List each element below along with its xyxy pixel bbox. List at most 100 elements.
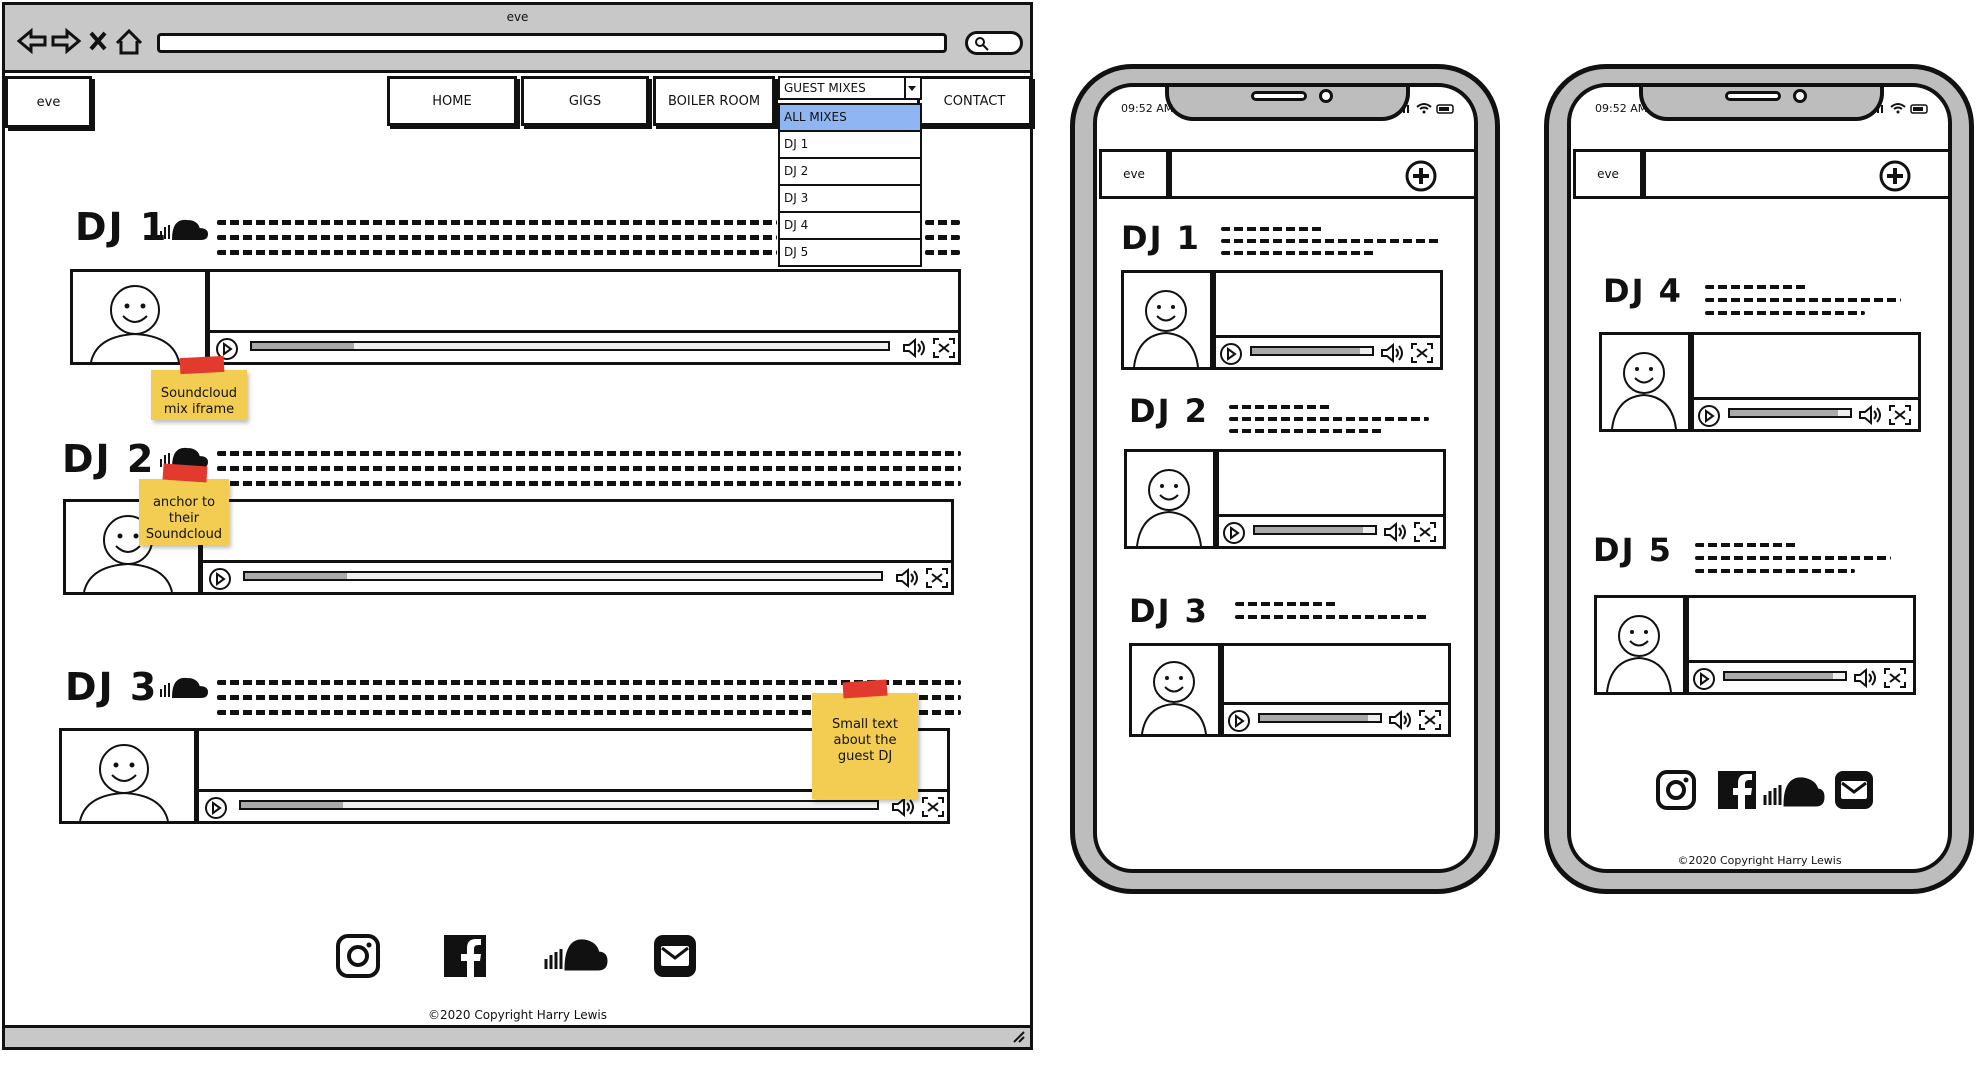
status-icons: [1873, 103, 1928, 114]
logo[interactable]: eve: [5, 76, 92, 128]
facebook-icon[interactable]: [1716, 769, 1758, 811]
text-scribble: [217, 466, 961, 471]
text-scribble: [217, 451, 961, 456]
guest-mixes-dropdown[interactable]: GUEST MIXES: [778, 76, 922, 100]
text-scribble: [1235, 615, 1427, 619]
nav-home[interactable]: HOME: [387, 76, 517, 126]
soundcloud-player[interactable]: [1686, 595, 1916, 695]
soundcloud-icon[interactable]: [157, 217, 209, 243]
instagram-icon[interactable]: [1655, 769, 1697, 811]
menu-item-dj2[interactable]: DJ 2: [778, 159, 922, 186]
text-scribble: [925, 220, 960, 225]
play-icon[interactable]: [1696, 403, 1722, 429]
logo[interactable]: eve: [1099, 149, 1169, 199]
logo-text: eve: [1597, 167, 1619, 181]
fullscreen-icon[interactable]: [1888, 404, 1912, 426]
volume-icon[interactable]: [1380, 342, 1404, 364]
play-icon[interactable]: [1226, 708, 1252, 734]
text-scribble: [217, 481, 961, 486]
nav-boiler-room[interactable]: BOILER ROOM: [653, 76, 775, 126]
volume-icon[interactable]: [891, 796, 915, 818]
play-icon[interactable]: [203, 795, 229, 821]
nav-contact[interactable]: CONTACT: [917, 76, 1032, 126]
menu-item-dj1[interactable]: DJ 1: [778, 132, 922, 159]
soundcloud-player[interactable]: [1213, 270, 1443, 370]
text-scribble: [1705, 311, 1865, 315]
play-icon[interactable]: [207, 566, 233, 592]
dj-heading: DJ 2: [62, 437, 156, 481]
soundcloud-player[interactable]: [1691, 332, 1921, 432]
facebook-icon[interactable]: [442, 933, 488, 979]
text-scribble: [217, 250, 777, 255]
volume-icon[interactable]: [1858, 404, 1882, 426]
soundcloud-player[interactable]: [207, 269, 961, 365]
progress-bar[interactable]: [243, 571, 883, 581]
dj-avatar: [1599, 332, 1691, 432]
menu-item-all-mixes[interactable]: ALL MIXES: [778, 105, 922, 132]
volume-icon[interactable]: [895, 567, 919, 589]
progress-bar[interactable]: [1723, 671, 1847, 681]
progress-bar[interactable]: [1250, 346, 1374, 356]
forward-arrow-icon: [51, 27, 82, 55]
resize-handle-icon[interactable]: [1012, 1030, 1026, 1044]
fullscreen-icon[interactable]: [1883, 667, 1907, 689]
logo[interactable]: eve: [1573, 149, 1643, 199]
add-icon[interactable]: [1404, 159, 1438, 193]
tape: [179, 355, 225, 375]
browser-nav-icons[interactable]: [17, 27, 152, 57]
sticky-note-small-text: Small text about the guest DJ: [812, 693, 918, 799]
volume-icon[interactable]: [902, 337, 926, 359]
sticky-note-text: Small text about the guest DJ: [832, 717, 898, 764]
text-scribble: [1221, 251, 1377, 255]
menu-item-dj5[interactable]: DJ 5: [778, 240, 922, 267]
chevron-down-icon[interactable]: [904, 78, 920, 98]
search-box[interactable]: [965, 31, 1023, 55]
soundcloud-player[interactable]: [1216, 449, 1446, 549]
fullscreen-icon[interactable]: [1410, 342, 1434, 364]
status-time: 09:52 AM: [1595, 102, 1648, 115]
progress-bar[interactable]: [1253, 525, 1377, 535]
progress-bar[interactable]: [239, 800, 879, 810]
soundcloud-icon[interactable]: [1761, 775, 1825, 809]
soundcloud-player[interactable]: [200, 499, 954, 595]
progress-bar[interactable]: [250, 341, 890, 351]
menu-item-label: DJ 4: [784, 218, 809, 232]
fullscreen-icon[interactable]: [921, 796, 945, 818]
sticky-note-anchor: anchor to their Soundcloud: [139, 479, 229, 545]
close-icon: [89, 31, 107, 51]
player-controls: [210, 330, 958, 362]
email-icon[interactable]: [1833, 769, 1875, 811]
menu-item-dj3[interactable]: DJ 3: [778, 186, 922, 213]
instagram-icon[interactable]: [335, 933, 381, 979]
browser-titlebar: eve: [5, 5, 1030, 73]
text-scribble: [925, 250, 960, 255]
nav-boiler-room-label: BOILER ROOM: [667, 93, 761, 109]
fullscreen-icon[interactable]: [925, 567, 949, 589]
fullscreen-icon[interactable]: [1413, 521, 1437, 543]
play-icon[interactable]: [1691, 666, 1717, 692]
add-icon[interactable]: [1878, 159, 1912, 193]
text-scribble: [1695, 543, 1797, 547]
fullscreen-icon[interactable]: [932, 337, 956, 359]
fullscreen-icon[interactable]: [1418, 709, 1442, 731]
volume-icon[interactable]: [1388, 709, 1412, 731]
soundcloud-icon[interactable]: [157, 675, 209, 701]
address-bar[interactable]: [157, 33, 947, 53]
volume-icon[interactable]: [1383, 521, 1407, 543]
progress-bar[interactable]: [1258, 713, 1382, 723]
browser-window: eve eve HOME GIGS BOILER ROOM CONTACT GU…: [2, 2, 1033, 1050]
nav-gigs[interactable]: GIGS: [521, 76, 649, 126]
play-icon[interactable]: [1218, 341, 1244, 367]
play-icon[interactable]: [1221, 520, 1247, 546]
soundcloud-icon[interactable]: [542, 937, 608, 973]
menu-item-dj4[interactable]: DJ 4: [778, 213, 922, 240]
email-icon[interactable]: [652, 933, 698, 979]
soundcloud-player[interactable]: [1221, 643, 1451, 737]
dj-avatar: [1594, 595, 1686, 695]
footer-copyright: ©2020 Copyright Harry Lewis: [427, 1008, 607, 1022]
progress-bar[interactable]: [1728, 408, 1852, 418]
volume-icon[interactable]: [1853, 667, 1877, 689]
text-scribble: [925, 235, 960, 240]
player-controls: [1689, 660, 1913, 692]
dj-heading: DJ 5: [1593, 531, 1673, 569]
